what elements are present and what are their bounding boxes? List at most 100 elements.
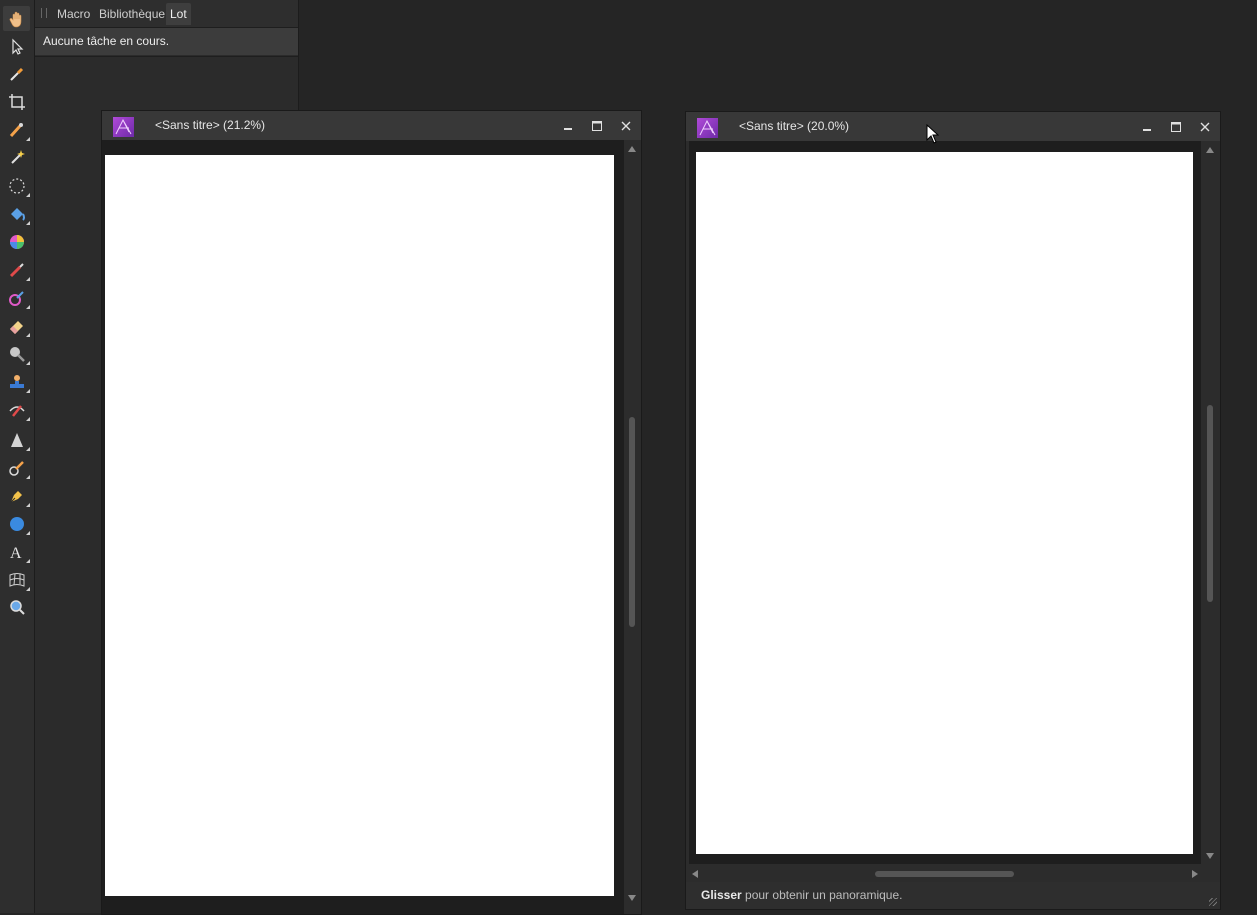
zoom-tool[interactable] <box>3 594 30 619</box>
smudge-tool[interactable] <box>3 455 30 480</box>
tab-library[interactable]: Bibliothèque <box>95 3 169 25</box>
stamp-icon <box>9 374 24 388</box>
color-replace-icon <box>8 290 24 306</box>
text-icon: A <box>10 545 22 561</box>
marquee-icon <box>8 177 25 194</box>
document-titlebar[interactable]: <Sans titre> (21.2%) <box>102 111 641 140</box>
pen-nib-icon <box>10 490 22 502</box>
color-wheel-tool[interactable] <box>3 229 30 254</box>
minimize-icon <box>1143 129 1151 131</box>
svg-text:A: A <box>10 545 22 561</box>
paint-brush-tool[interactable] <box>3 257 30 282</box>
arrow-icon <box>11 38 23 55</box>
flyout-indicator <box>26 503 30 507</box>
affinity-photo-icon <box>113 117 134 137</box>
eyedropper-icon <box>9 67 23 81</box>
resize-grip[interactable] <box>1209 898 1217 906</box>
minimize-button[interactable] <box>1137 117 1157 137</box>
clone-tool[interactable] <box>3 369 30 394</box>
tab-macro[interactable]: Macro <box>53 3 94 25</box>
smudge-brush-icon <box>8 460 24 476</box>
magic-wand-icon <box>10 149 25 164</box>
close-button[interactable] <box>616 116 636 136</box>
flyout-indicator <box>26 361 30 365</box>
tab-batch[interactable]: Lot <box>166 3 191 25</box>
marquee-tool[interactable] <box>3 173 30 198</box>
red-eye-tool[interactable] <box>3 397 30 422</box>
close-button[interactable] <box>1195 117 1215 137</box>
maximize-icon <box>592 121 602 131</box>
context-status-bar: Glisser pour obtenir un panoramique. <box>686 882 1220 909</box>
pen-tool[interactable] <box>3 483 30 508</box>
crop-tool[interactable] <box>3 89 30 114</box>
document-title: <Sans titre> (20.0%) <box>739 119 850 133</box>
mesh-warp-tool[interactable] <box>3 567 30 592</box>
view-tool[interactable] <box>3 6 30 31</box>
flood-select-tool[interactable] <box>3 144 30 169</box>
text-tool[interactable]: A <box>3 539 30 564</box>
flyout-indicator <box>26 447 30 451</box>
dodge-icon <box>9 346 25 362</box>
flyout-indicator <box>26 137 30 141</box>
shape-tool[interactable] <box>3 511 30 536</box>
flyout-indicator <box>26 389 30 393</box>
scroll-up-icon[interactable] <box>628 146 636 152</box>
minimize-icon <box>564 128 572 130</box>
minimize-button[interactable] <box>558 116 578 136</box>
flyout-indicator <box>26 475 30 479</box>
scroll-left-icon[interactable] <box>692 870 698 878</box>
scroll-down-icon[interactable] <box>1206 853 1214 859</box>
document-page[interactable] <box>696 152 1193 854</box>
paint-bucket-icon <box>10 207 25 221</box>
color-wheel-icon <box>9 234 24 249</box>
flyout-indicator <box>26 417 30 421</box>
horizontal-scrollbar[interactable] <box>689 868 1201 880</box>
color-picker-tool[interactable] <box>3 61 30 86</box>
tools-toolbar: A <box>0 0 35 913</box>
ellipse-icon <box>9 516 24 531</box>
close-icon <box>621 121 631 131</box>
zoom-icon <box>9 599 25 615</box>
flyout-indicator <box>26 531 30 535</box>
move-tool[interactable] <box>3 34 30 59</box>
document-title: <Sans titre> (21.2%) <box>155 118 266 132</box>
eraser-icon <box>9 320 23 334</box>
maximize-icon <box>1171 122 1181 132</box>
vertical-scroll-thumb[interactable] <box>629 417 635 627</box>
panel-grip[interactable] <box>41 8 47 18</box>
panel-tab-bar: Macro Bibliothèque Lot <box>35 0 298 28</box>
document-window-2: <Sans titre> (20.0%) Glisser pour obteni… <box>685 111 1221 910</box>
vertical-scroll-thumb[interactable] <box>1207 405 1213 602</box>
affinity-photo-icon <box>697 118 718 138</box>
crop-icon <box>8 93 25 110</box>
scroll-down-icon[interactable] <box>628 895 636 901</box>
document-titlebar[interactable]: <Sans titre> (20.0%) <box>686 112 1220 141</box>
scroll-right-icon[interactable] <box>1192 870 1198 878</box>
healing-icon <box>8 404 25 417</box>
document-window-1: <Sans titre> (21.2%) <box>101 110 642 915</box>
flyout-indicator <box>26 587 30 591</box>
flyout-indicator <box>26 333 30 337</box>
flood-fill-tool[interactable] <box>3 201 30 226</box>
canvas-viewport[interactable] <box>689 141 1201 864</box>
mouse-cursor-icon <box>926 124 940 144</box>
flyout-indicator <box>26 559 30 563</box>
canvas-viewport[interactable] <box>102 140 624 914</box>
vertical-scrollbar[interactable] <box>1205 141 1217 864</box>
scroll-up-icon[interactable] <box>1206 147 1214 153</box>
paint-brush-icon <box>9 262 24 277</box>
status-action: Glisser <box>701 888 742 902</box>
horizontal-scroll-thumb[interactable] <box>875 871 1014 877</box>
erase-brush-tool[interactable] <box>3 313 30 338</box>
close-icon <box>1200 122 1210 132</box>
selection-brush-tool[interactable] <box>3 117 30 142</box>
color-replacement-tool[interactable] <box>3 285 30 310</box>
dodge-tool[interactable] <box>3 341 30 366</box>
blur-brush-tool[interactable] <box>3 427 30 452</box>
vertical-scrollbar[interactable] <box>627 140 639 914</box>
maximize-button[interactable] <box>1166 117 1186 137</box>
flyout-indicator <box>26 221 30 225</box>
maximize-button[interactable] <box>587 116 607 136</box>
document-page[interactable] <box>105 155 614 896</box>
selection-brush-icon <box>9 122 23 137</box>
